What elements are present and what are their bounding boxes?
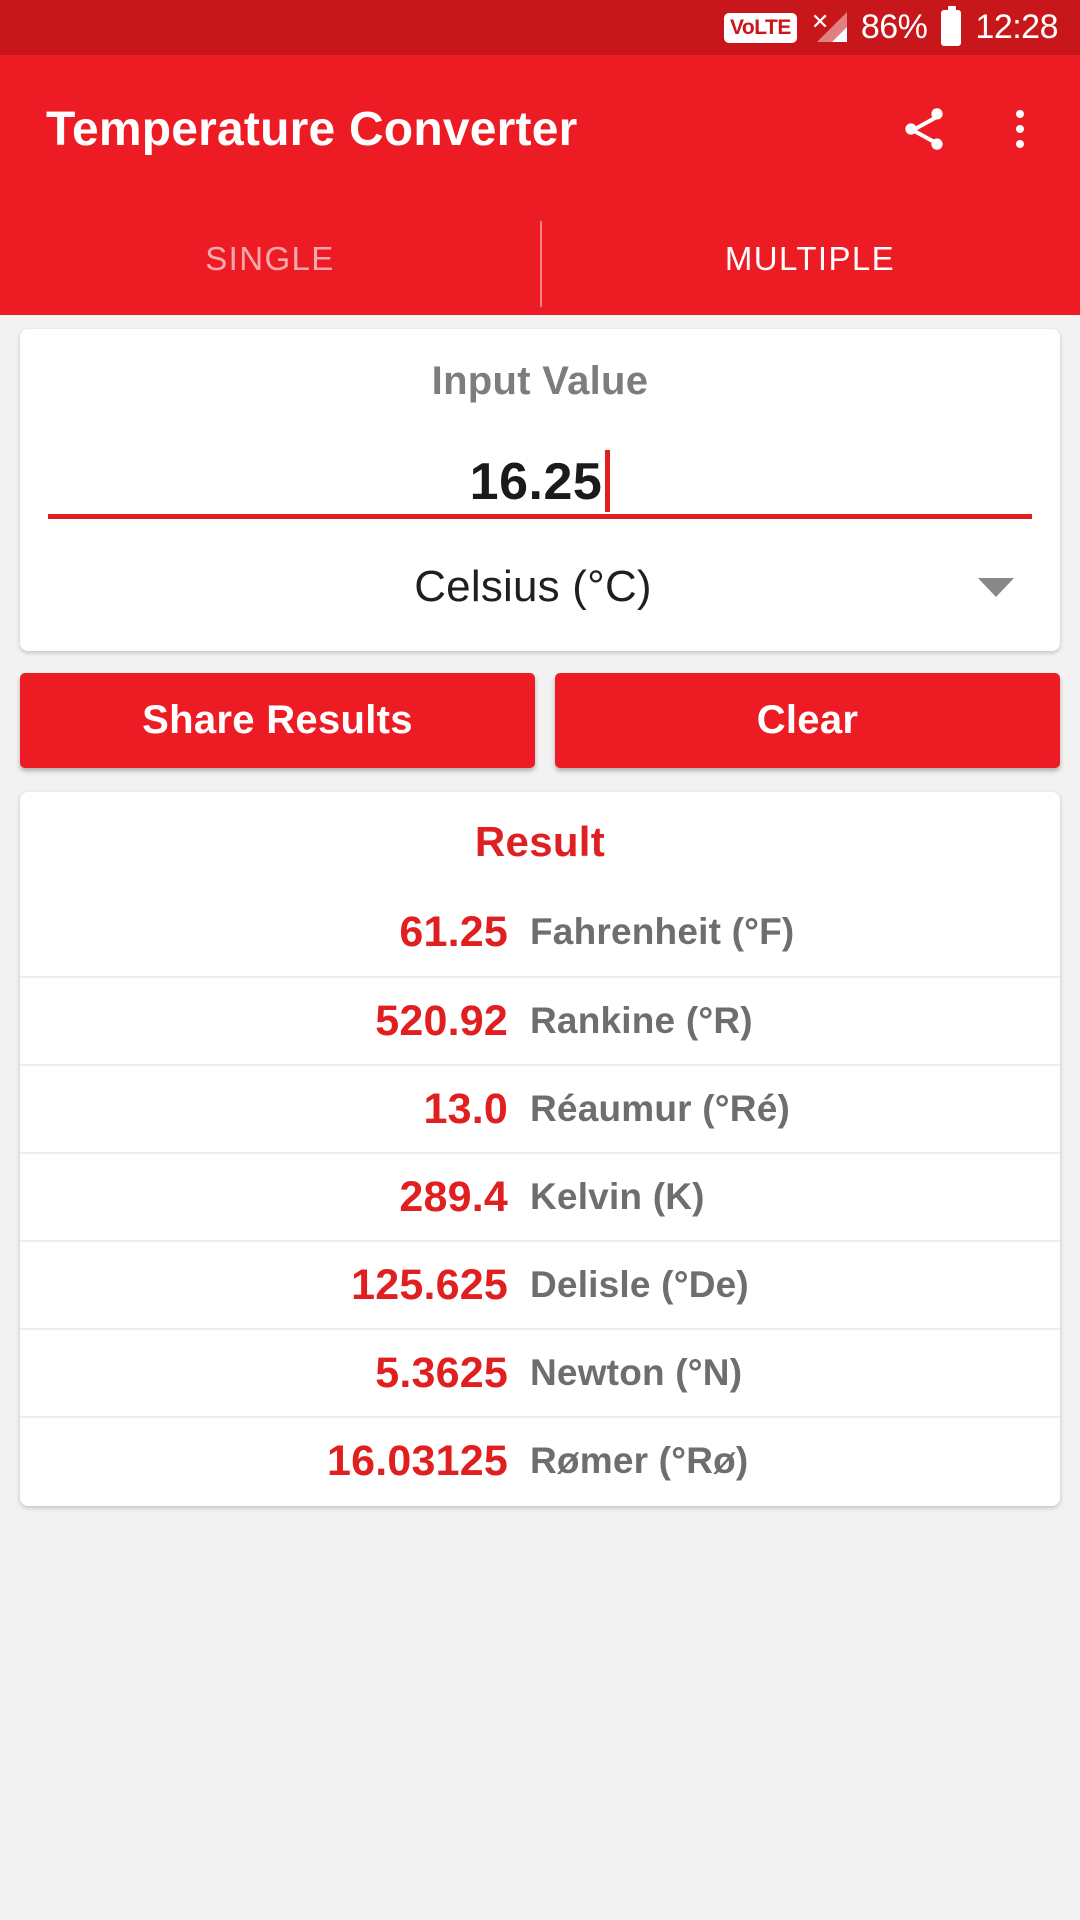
- clear-button[interactable]: Clear: [554, 673, 1060, 768]
- result-value: 16.03125: [327, 1436, 508, 1485]
- volte-label: VoLTE: [729, 15, 791, 39]
- result-unit-label: Newton (°N): [530, 1352, 743, 1393]
- tab-divider: [540, 221, 542, 307]
- result-value: 520.92: [375, 996, 508, 1045]
- no-signal-icon: ✕: [811, 10, 847, 45]
- result-card: Result 61.25 Fahrenheit (°F) 520.92 Rankine…: [20, 792, 1060, 1506]
- tab-multiple[interactable]: MULTIPLE: [540, 240, 1080, 278]
- chevron-down-icon: [978, 577, 1014, 597]
- input-field-wrapper[interactable]: 16.25: [48, 436, 1032, 519]
- result-value: 125.625: [351, 1260, 508, 1309]
- result-unit-label: Kelvin (K): [530, 1176, 705, 1217]
- tab-bar: SINGLE MULTIPLE: [0, 203, 1080, 315]
- result-row: 125.625 Delisle (°De): [20, 1240, 1060, 1328]
- unit-dropdown[interactable]: Celsius (°C): [48, 545, 1032, 629]
- result-unit-label: Delisle (°De): [530, 1264, 749, 1305]
- result-unit-label: Rankine (°R): [530, 1000, 753, 1041]
- result-row: 520.92 Rankine (°R): [20, 976, 1060, 1064]
- share-icon[interactable]: [896, 101, 952, 157]
- result-list: 61.25 Fahrenheit (°F) 520.92 Rankine (°R) 13…: [20, 888, 1060, 1504]
- app-bar-top: Temperature Converter: [0, 55, 1080, 203]
- result-value: 13.0: [423, 1084, 508, 1133]
- status-bar-clock: 12:28: [975, 8, 1058, 46]
- result-row: 5.3625 Newton (°N): [20, 1328, 1060, 1416]
- result-value: 61.25: [399, 907, 508, 956]
- result-value: 5.3625: [375, 1348, 508, 1397]
- app-bar: Temperature Converter SINGLE MULTIPLE: [0, 55, 1080, 315]
- result-title: Result: [474, 818, 606, 865]
- action-button-row: Share Results Clear: [20, 673, 1060, 768]
- main-content: Input Value 16.25 Celsius (°C) Share Res…: [0, 329, 1080, 1506]
- input-card: Input Value 16.25 Celsius (°C): [20, 329, 1060, 651]
- battery-icon: [941, 5, 962, 46]
- result-unit-label: Rømer (°Rø): [530, 1440, 749, 1481]
- app-bar-actions: [896, 101, 1042, 157]
- result-unit-label: Réaumur (°Ré): [530, 1088, 790, 1129]
- result-row: 16.03125 Rømer (°Rø): [20, 1416, 1060, 1504]
- result-value: 289.4: [399, 1172, 508, 1221]
- input-value-label: Input Value: [431, 359, 649, 403]
- battery-percent-label: 86%: [860, 8, 928, 46]
- page-title: Temperature Converter: [46, 102, 578, 156]
- text-cursor: [605, 450, 611, 512]
- tab-single[interactable]: SINGLE: [0, 240, 540, 278]
- input-value-text[interactable]: 16.25: [470, 456, 603, 508]
- result-row: 61.25 Fahrenheit (°F): [20, 888, 1060, 976]
- unit-dropdown-label: Celsius (°C): [414, 562, 652, 611]
- result-unit-label: Fahrenheit (°F): [530, 911, 795, 952]
- result-row: 289.4 Kelvin (K): [20, 1152, 1060, 1240]
- volte-icon: VoLTE: [723, 12, 797, 43]
- share-results-button[interactable]: Share Results: [20, 673, 535, 768]
- overflow-menu-icon[interactable]: [998, 108, 1042, 150]
- result-row: 13.0 Réaumur (°Ré): [20, 1064, 1060, 1152]
- status-bar: VoLTE ✕ 86% 12:28: [0, 0, 1080, 55]
